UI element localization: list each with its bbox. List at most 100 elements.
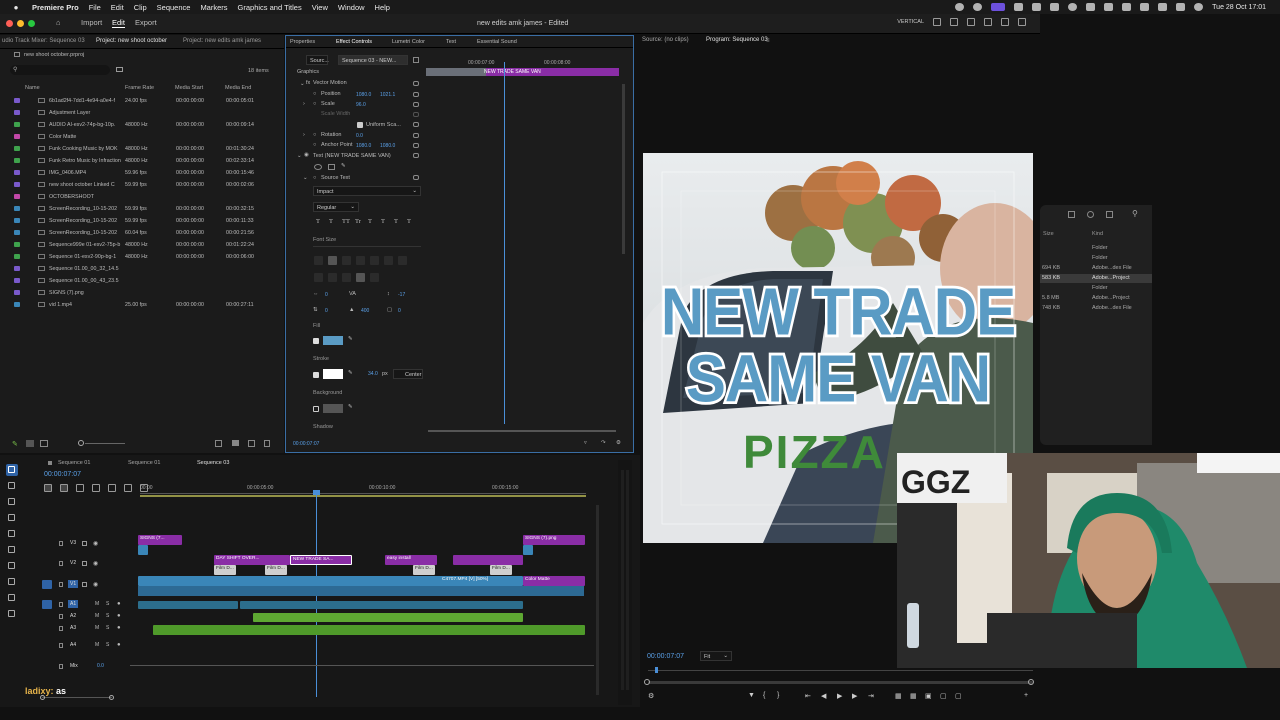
mute-button[interactable]: M	[95, 625, 99, 631]
close-window-button[interactable]	[6, 20, 13, 27]
work-area-bar[interactable]	[140, 495, 586, 497]
lock-icon[interactable]	[59, 626, 63, 631]
status-icon-4[interactable]	[1032, 3, 1042, 11]
justify-button[interactable]	[370, 273, 379, 282]
lock-icon[interactable]	[59, 664, 63, 669]
clip-film-d-4[interactable]: Film D...	[490, 565, 512, 575]
stopwatch-icon[interactable]: ○	[313, 175, 316, 181]
ellipse-mask-icon[interactable]	[314, 164, 322, 170]
type-tool-icon[interactable]	[6, 592, 18, 604]
font-size-slider[interactable]	[313, 246, 421, 247]
eye-icon[interactable]: ◉	[304, 152, 309, 158]
microphone-icon[interactable]: ●	[117, 601, 121, 607]
chevron-down-icon[interactable]: ⌄	[303, 175, 308, 181]
fill-checkbox[interactable]	[313, 338, 319, 344]
clip-v2-d[interactable]	[453, 555, 523, 565]
tracking-value[interactable]: 0	[325, 292, 328, 298]
background-color-swatch[interactable]	[323, 404, 343, 413]
justify-button[interactable]	[314, 273, 323, 282]
control-center-icon[interactable]	[1176, 3, 1186, 11]
fill-color-swatch[interactable]	[323, 336, 343, 345]
reset-position-icon[interactable]	[413, 92, 419, 97]
hand-tool-icon[interactable]	[6, 576, 18, 588]
background-checkbox[interactable]	[313, 406, 319, 412]
pen-tool-icon[interactable]	[6, 544, 18, 556]
help-search-icon[interactable]	[1001, 18, 1009, 26]
label-color-swatch[interactable]	[14, 158, 20, 163]
reset-text-layer-icon[interactable]	[413, 153, 419, 158]
anchor-x[interactable]: 1080.0	[356, 143, 371, 149]
status-icon-6[interactable]	[1068, 3, 1078, 11]
uniform-scale-checkbox[interactable]	[357, 122, 363, 128]
marker-icon[interactable]: ▼	[748, 692, 755, 699]
text-style-button[interactable]: TT	[342, 218, 350, 225]
sync-lock-icon[interactable]	[82, 561, 87, 566]
eye-icon[interactable]: ◉	[93, 560, 98, 567]
clip-signs-1[interactable]: SIGNS (7...	[138, 535, 182, 545]
source-patch[interactable]	[42, 580, 52, 589]
program-ruler[interactable]	[648, 670, 1033, 671]
program-playhead[interactable]	[655, 667, 658, 673]
sync-lock-icon[interactable]	[82, 582, 87, 587]
anchor-y[interactable]: 1080.0	[380, 143, 395, 149]
find-icon[interactable]	[215, 440, 222, 447]
justify-button[interactable]	[328, 273, 337, 282]
title-graphic[interactable]: NEW TRADE SAME VAN	[658, 272, 1019, 419]
label-color-swatch[interactable]	[14, 134, 20, 139]
fx-playhead[interactable]	[504, 62, 505, 424]
label-color-swatch[interactable]	[14, 290, 20, 295]
project-item[interactable]: new shoot october Linked C 59.99 fps 00:00…	[0, 179, 284, 191]
screen-record-icon[interactable]	[991, 3, 1006, 11]
rectangle-tool-icon[interactable]	[6, 560, 18, 572]
clip-film-d-2[interactable]: Film D...	[265, 565, 287, 575]
finder-kind-header[interactable]: Kind	[1092, 231, 1103, 237]
align-button[interactable]	[370, 256, 379, 265]
pen-icon[interactable]: ✎	[12, 440, 19, 448]
scroll-end-handle[interactable]	[1028, 679, 1034, 685]
text-layer-label[interactable]: Text (NEW TRADE SAME VAN)	[313, 153, 391, 159]
stopwatch-icon[interactable]: ○	[313, 142, 316, 148]
eyedropper-icon[interactable]: ✎	[348, 370, 353, 376]
go-to-in-icon[interactable]: ⇤	[805, 692, 811, 700]
scroll-start-handle[interactable]	[644, 679, 650, 685]
step-forward-icon[interactable]: ▶	[852, 692, 857, 700]
position-x[interactable]: 1080.0	[356, 92, 371, 98]
finder-row[interactable]: 694 KB Adobe...dex File	[1040, 264, 1152, 273]
play-icon[interactable]: ▶	[837, 692, 842, 700]
battery-icon[interactable]	[1104, 3, 1114, 11]
label-color-swatch[interactable]	[14, 278, 20, 283]
status-icon-3[interactable]	[1014, 3, 1024, 11]
fx-timecode[interactable]: 00:00:07:07	[293, 441, 319, 447]
source-patch[interactable]	[42, 600, 52, 609]
eye-icon[interactable]: ◉	[93, 540, 98, 547]
menu-edit[interactable]: Edit	[111, 3, 124, 12]
tab-sequence-01-b[interactable]: Sequence 01	[128, 460, 160, 466]
reset-uniform-icon[interactable]	[413, 122, 419, 127]
out-point-icon[interactable]: }	[777, 692, 779, 699]
clip-a1-2[interactable]	[240, 601, 523, 609]
close-tab-icon[interactable]	[48, 461, 52, 465]
text-style-button[interactable]: T	[316, 218, 320, 225]
text-style-button[interactable]: T	[329, 218, 333, 225]
tab-effect-controls[interactable]: Effect Controls	[336, 39, 372, 45]
project-item[interactable]: 6b1ad2f4-7dd1-4e94-a0e4-f 24.00 fps 00:00:…	[0, 95, 284, 107]
track-label[interactable]: A3	[68, 624, 78, 632]
lock-icon[interactable]	[59, 614, 63, 619]
new-bin-bottom-icon[interactable]	[232, 440, 239, 446]
menu-help[interactable]: Help	[375, 3, 390, 12]
wrench-icon[interactable]	[92, 484, 100, 492]
go-to-out-icon[interactable]: ⇥	[868, 692, 874, 700]
tsume-value[interactable]: 0	[398, 308, 401, 314]
col-frame-rate[interactable]: Frame Rate	[125, 85, 154, 91]
zoom-fit-dropdown[interactable]: Fit ⌄	[700, 651, 732, 661]
mute-button[interactable]: M	[95, 642, 99, 648]
microphone-icon[interactable]: ●	[117, 625, 121, 631]
selection-tool-icon[interactable]	[6, 464, 18, 476]
add-marker-icon[interactable]	[76, 484, 84, 492]
trim-icon[interactable]	[124, 484, 132, 492]
reset-scale-width-icon[interactable]	[413, 112, 419, 117]
insert-icon[interactable]: ▦	[895, 692, 902, 700]
in-point-icon[interactable]: {	[763, 692, 765, 699]
track-label[interactable]: V3	[68, 539, 78, 547]
project-item[interactable]: ScreenRecording_10-15-202 59.99 fps 00:00:…	[0, 203, 284, 215]
